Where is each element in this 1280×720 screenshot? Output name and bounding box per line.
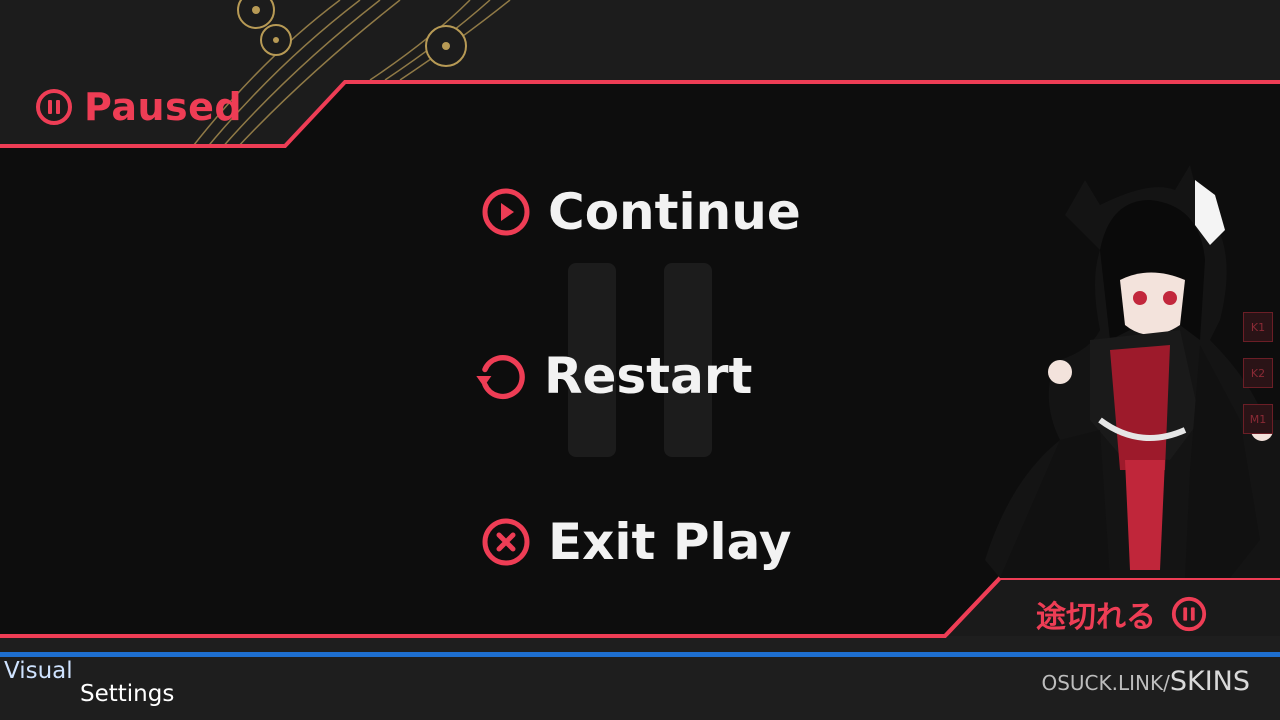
visual-settings-line2: Settings — [80, 681, 175, 707]
continue-button[interactable]: Continue — [480, 183, 801, 241]
play-circle-icon — [482, 188, 530, 236]
key-k1: K1 — [1243, 312, 1273, 342]
pause-circle-icon — [1171, 596, 1207, 632]
skins-link[interactable]: OSUCK.LINK/SKINS — [1041, 666, 1250, 697]
restart-label: Restart — [544, 347, 753, 405]
restart-arrow-icon — [476, 355, 525, 400]
key-m1: M1 — [1243, 404, 1273, 434]
continue-label: Continue — [548, 183, 801, 241]
paused-header: Paused — [34, 84, 242, 130]
exit-play-label: Exit Play — [548, 513, 792, 571]
exit-play-button[interactable]: Exit Play — [480, 513, 791, 571]
key-k2: K2 — [1243, 358, 1273, 388]
paused-title: Paused — [84, 85, 243, 129]
x-circle-icon — [482, 518, 530, 566]
visual-settings-line1: Visual — [4, 658, 73, 684]
visual-settings-button[interactable]: Visual Settings — [4, 660, 174, 706]
key-overlay: K1 K2 M1 — [1243, 312, 1273, 450]
skins-link-prefix: OSUCK.LINK/ — [1041, 671, 1170, 695]
pause-circle-icon — [36, 89, 72, 125]
skins-link-suffix: SKINS — [1169, 666, 1250, 697]
restart-button[interactable]: Restart — [472, 347, 752, 405]
japanese-paused-label: 途切れる — [1036, 592, 1208, 636]
japanese-text: 途切れる — [1036, 600, 1156, 635]
